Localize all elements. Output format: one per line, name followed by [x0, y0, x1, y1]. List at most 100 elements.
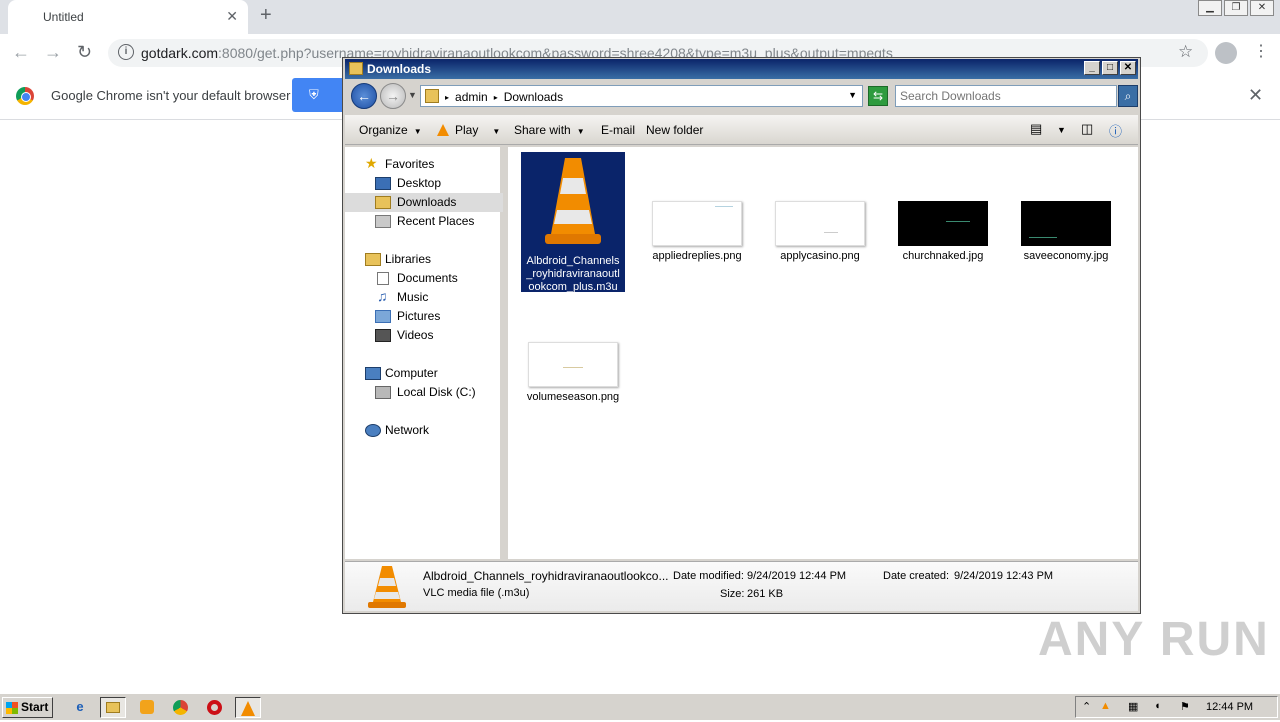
folder-icon [425, 89, 439, 103]
internet-explorer-icon[interactable]: e [67, 697, 93, 718]
nav-local-disk[interactable]: Local Disk (C:) [345, 383, 503, 402]
browser-tab[interactable]: Untitled ✕ [8, 0, 248, 34]
tab-close-icon[interactable]: ✕ [226, 8, 238, 25]
desktop-icon [375, 177, 391, 190]
help-icon[interactable]: ⓘ [1109, 121, 1122, 140]
command-bar: Organize ▼ Play ▼ Share with ▼ E-mail New f… [345, 115, 1138, 145]
vlc-taskbar-icon[interactable] [235, 697, 261, 718]
share-with-button[interactable]: Share with ▼ [514, 123, 585, 137]
breadcrumb-downloads[interactable]: Downloads [504, 90, 563, 104]
system-tray: ⌃ ▲ ▦ ◖ ⚑ 12:44 PM [1075, 696, 1278, 718]
search-icon[interactable]: ⌕ [1118, 85, 1138, 107]
vlc-tray-icon[interactable]: ▲ [1100, 700, 1111, 712]
opera-icon[interactable] [201, 697, 227, 718]
nav-pictures[interactable]: Pictures [345, 307, 503, 326]
explorer-title: Downloads [367, 62, 432, 76]
explorer-taskbar-icon[interactable] [100, 697, 126, 718]
file-item[interactable]: saveeconomy.jpg [1014, 201, 1118, 263]
action-center-flag-icon[interactable]: ⚑ [1180, 700, 1190, 713]
volume-icon[interactable]: ◖ [1154, 700, 1161, 712]
media-player-icon[interactable] [134, 697, 160, 718]
file-list-pane: Albdroid_Channels_royhidraviranaoutlookc… [508, 147, 1138, 559]
image-thumbnail [528, 342, 618, 387]
explorer-address-row: ← → ▼ ▸ admin ▸ Downloads ▼ ⇆ ⌕ [345, 81, 1138, 113]
star-icon: ★ [365, 155, 378, 171]
nav-recent-places[interactable]: Recent Places [345, 212, 503, 231]
maximize-icon[interactable]: □ [1102, 61, 1118, 75]
restore-icon[interactable]: ❐ [1224, 0, 1248, 16]
close-icon[interactable]: ✕ [1120, 61, 1136, 75]
refresh-icon[interactable]: ⇆ [868, 86, 888, 106]
address-dropdown-icon[interactable]: ▼ [848, 90, 857, 100]
nav-documents[interactable]: Documents [345, 269, 503, 288]
vlc-cone-icon [368, 566, 406, 608]
computer-icon [365, 367, 381, 380]
nav-downloads[interactable]: Downloads [345, 193, 503, 212]
profile-avatar[interactable] [1215, 42, 1237, 64]
minimize-icon[interactable]: ▁ [1198, 0, 1222, 16]
disk-drive-icon [375, 386, 391, 399]
minimize-icon[interactable]: _ [1084, 61, 1100, 75]
new-folder-button[interactable]: New folder [646, 123, 703, 137]
nav-desktop[interactable]: Desktop [345, 174, 503, 193]
chevron-right-icon[interactable]: ▸ [494, 93, 498, 102]
nav-music[interactable]: ♫ Music [345, 288, 503, 307]
back-arrow-icon[interactable]: ← [12, 42, 30, 63]
view-dropdown-icon[interactable]: ▼ [1057, 125, 1066, 135]
date-modified-label: Date modified: [673, 570, 744, 582]
nav-computer[interactable]: Computer [345, 364, 503, 383]
infobar-message: Google Chrome isn't your default browser [51, 88, 291, 103]
videos-icon [375, 329, 391, 342]
image-thumbnail [775, 201, 865, 246]
email-button[interactable]: E-mail [601, 123, 635, 137]
breadcrumb-admin[interactable]: admin [455, 90, 488, 104]
file-item[interactable]: volumeseason.png [521, 342, 625, 404]
start-button[interactable]: Start [2, 697, 53, 718]
show-hidden-icons[interactable]: ⌃ [1082, 700, 1091, 713]
recent-pages-dropdown-icon[interactable]: ▼ [408, 90, 417, 100]
search-input[interactable] [900, 88, 1110, 104]
nav-libraries[interactable]: Libraries [345, 250, 503, 269]
organize-button[interactable]: Organize ▼ [359, 123, 422, 137]
close-window-icon[interactable]: ✕ [1250, 0, 1274, 16]
breadcrumb: ▸ admin ▸ Downloads [445, 90, 563, 104]
nav-favorites[interactable]: ★ Favorites [345, 155, 503, 174]
file-item[interactable]: Albdroid_Channels_royhidraviranaoutlookc… [521, 152, 625, 293]
details-pane: Albdroid_Channels_royhidraviranaoutlookc… [345, 561, 1138, 611]
infobar-close-icon[interactable]: ✕ [1248, 85, 1263, 106]
search-field[interactable] [895, 85, 1117, 107]
vlc-cone-icon [545, 158, 601, 244]
recent-places-icon [375, 215, 391, 228]
nav-network[interactable]: Network [345, 421, 503, 440]
nav-videos[interactable]: Videos [345, 326, 503, 345]
file-item[interactable]: applycasino.png [768, 201, 872, 263]
breadcrumb-bar[interactable]: ▸ admin ▸ Downloads ▼ [420, 85, 863, 107]
site-info-icon[interactable]: i [118, 44, 134, 60]
tab-title: Untitled [43, 10, 84, 24]
chevron-right-icon[interactable]: ▸ [445, 93, 449, 102]
details-filetype: VLC media file (.m3u) [423, 587, 530, 599]
chrome-menu-icon[interactable]: ⋮ [1253, 41, 1269, 61]
back-button[interactable]: ← [351, 83, 377, 109]
date-created-label: Date created: [883, 570, 950, 582]
chrome-tab-strip: Untitled ✕ + ▁ ❐ ✕ [0, 0, 1280, 34]
new-tab-icon[interactable]: + [260, 4, 272, 27]
play-button[interactable]: Play ▼ [437, 123, 500, 137]
navigation-pane: ★ Favorites Desktop Downloads Recent Pla… [345, 147, 503, 559]
forward-button[interactable]: → [380, 83, 406, 109]
chrome-taskbar-icon[interactable] [167, 697, 193, 718]
forward-arrow-icon[interactable]: → [44, 42, 62, 63]
bookmark-star-icon[interactable]: ☆ [1178, 42, 1193, 62]
network-tray-icon[interactable]: ▦ [1128, 700, 1138, 713]
file-item[interactable]: churchnaked.jpg [891, 201, 995, 263]
reload-icon[interactable]: ↻ [77, 42, 92, 63]
file-item[interactable]: appliedreplies.png [645, 201, 749, 263]
change-view-icon[interactable]: ▤ [1030, 121, 1042, 137]
window-controls: ▁ ❐ ✕ [1198, 0, 1274, 16]
libraries-icon [365, 253, 381, 266]
preview-pane-icon[interactable]: ◫ [1081, 121, 1093, 137]
explorer-title-bar[interactable]: Downloads _ □ ✕ [345, 59, 1138, 79]
clock[interactable]: 12:44 PM [1206, 701, 1253, 713]
uac-shield-icon: ⛨ [309, 87, 319, 102]
pictures-icon [375, 310, 391, 323]
